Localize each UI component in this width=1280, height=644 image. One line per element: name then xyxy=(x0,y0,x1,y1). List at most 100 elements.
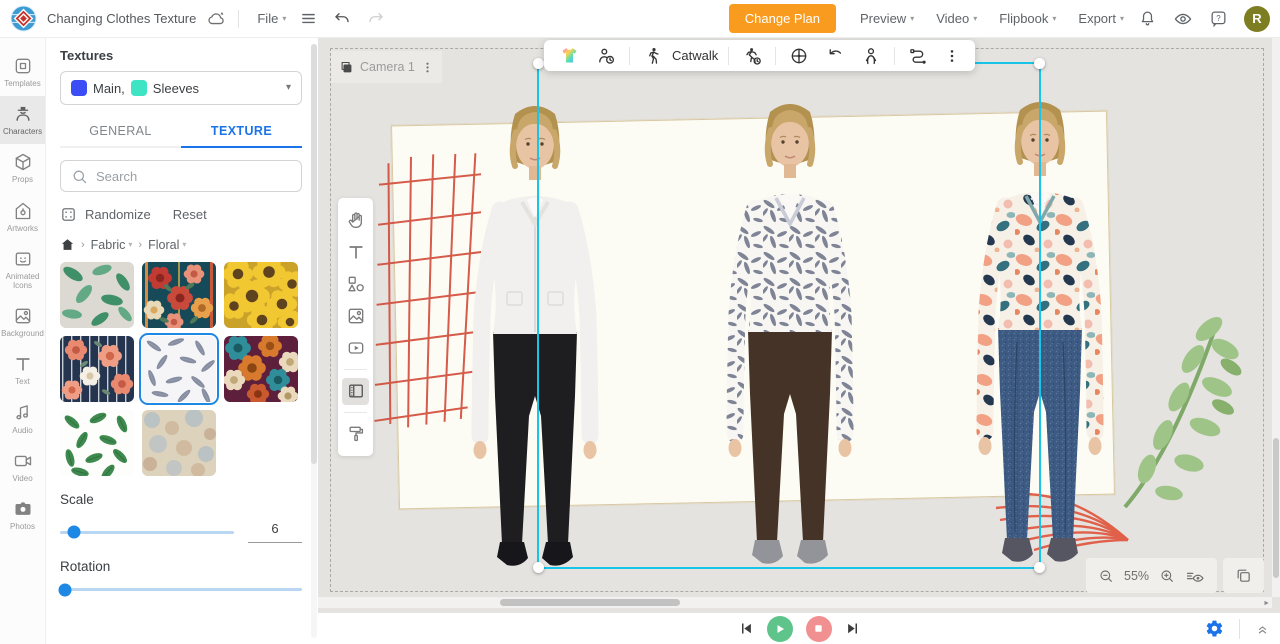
panel-scrollbar[interactable] xyxy=(311,44,317,638)
app-logo[interactable] xyxy=(10,5,37,32)
camera-kebab-icon[interactable] xyxy=(421,61,434,74)
cloud-sync-icon[interactable] xyxy=(206,9,226,29)
search-box xyxy=(60,160,302,192)
settings-gear-icon[interactable] xyxy=(1205,619,1224,638)
search-icon xyxy=(71,168,88,185)
top-bar: Changing Clothes Texture File▾ Change Pl… xyxy=(0,0,1280,38)
camera-chip[interactable]: Camera 1 xyxy=(331,51,442,83)
texture-swatch-retro-floral[interactable] xyxy=(224,336,298,402)
image-tool[interactable] xyxy=(342,303,369,330)
app-window: Changing Clothes Texture File▾ Change Pl… xyxy=(0,0,1280,644)
divider xyxy=(629,47,630,65)
play-button[interactable] xyxy=(767,616,793,642)
zoom-out-icon[interactable] xyxy=(1098,568,1114,584)
preview-menu[interactable]: Preview▾ xyxy=(854,11,920,26)
preview-eye-icon[interactable] xyxy=(1185,567,1205,585)
hamburger-menu-icon[interactable] xyxy=(292,10,325,27)
selection-handle[interactable] xyxy=(1034,58,1045,69)
zoom-level[interactable]: 55% xyxy=(1124,569,1149,583)
duplicate-button[interactable] xyxy=(1223,558,1264,593)
texture-swatch-green-leaves[interactable] xyxy=(60,410,134,476)
sidebar-item-animated-icons[interactable]: Animated Icons xyxy=(0,241,45,298)
sidebar-item-props[interactable]: Props xyxy=(0,144,45,192)
sidebar-item-artworks[interactable]: Artworks xyxy=(0,193,45,241)
sidebar-item-background[interactable]: Background xyxy=(0,298,45,346)
collapse-panel-icon[interactable] xyxy=(1255,621,1270,636)
character-toolbar: Catwalk xyxy=(544,40,975,71)
divider xyxy=(894,47,895,65)
character-multi-floral-outfit[interactable] xyxy=(935,92,1145,574)
animation-name[interactable]: Catwalk xyxy=(672,48,718,63)
change-plan-button[interactable]: Change Plan xyxy=(729,4,836,33)
walk-animation-icon[interactable] xyxy=(636,43,670,69)
texture-swatch-tropical-leaves[interactable] xyxy=(60,262,134,328)
left-rail: TemplatesCharacters Props ArtworksAnimated… xyxy=(0,38,46,644)
text-tool[interactable] xyxy=(342,239,369,266)
undo-icon[interactable] xyxy=(325,10,359,28)
texture-swatch-navy-floral-stripe[interactable] xyxy=(60,336,134,402)
zoom-in-icon[interactable] xyxy=(1159,568,1175,584)
help-icon[interactable]: ? xyxy=(1201,9,1236,28)
sidebar-item-photos[interactable]: Photos xyxy=(0,491,45,539)
rotation-slider-knob[interactable] xyxy=(58,583,71,596)
shapes-tool[interactable] xyxy=(342,271,369,298)
chevron-down-icon: ▾ xyxy=(910,15,914,23)
video-tool[interactable] xyxy=(342,335,369,362)
sidebar-item-characters[interactable]: Characters xyxy=(0,96,45,144)
skip-to-end-button[interactable] xyxy=(845,621,860,636)
skip-to-start-button[interactable] xyxy=(739,621,754,636)
svg-text:?: ? xyxy=(1216,14,1221,23)
scale-slider-knob[interactable] xyxy=(67,526,80,539)
video-menu[interactable]: Video▾ xyxy=(930,11,983,26)
rotate-icon[interactable] xyxy=(818,43,852,69)
visibility-eye-icon[interactable] xyxy=(1165,9,1201,29)
texture-swatch-gray-leaves[interactable] xyxy=(142,336,216,402)
tab-general[interactable]: GENERAL xyxy=(60,115,181,146)
canvas-area[interactable]: Camera 1 Catwalk 55% ► xyxy=(318,38,1280,612)
character-gray-floral-outfit[interactable] xyxy=(685,94,895,576)
run-animation-icon[interactable] xyxy=(735,43,769,69)
tab-texture[interactable]: TEXTURE xyxy=(181,115,302,146)
pose-icon[interactable] xyxy=(854,43,888,69)
character-timing-icon[interactable] xyxy=(589,43,623,69)
panel-tabs: GENERALTEXTURE xyxy=(60,115,302,148)
breadcrumb-fabric[interactable]: Fabric▾ xyxy=(91,238,133,252)
redo-icon[interactable] xyxy=(359,10,393,28)
texture-swatch-rose-stripe[interactable] xyxy=(142,262,216,328)
vertical-scrollbar[interactable] xyxy=(1272,38,1280,597)
horizontal-scrollbar[interactable]: ► xyxy=(318,597,1272,608)
paint-roller-tool[interactable] xyxy=(342,421,369,448)
flipbook-menu[interactable]: Flipbook▾ xyxy=(993,11,1062,26)
scale-slider[interactable] xyxy=(60,531,234,534)
texture-swatch-sunflowers[interactable] xyxy=(224,262,298,328)
scale-value[interactable]: 6 xyxy=(248,521,302,543)
sidebar-item-video[interactable]: Video xyxy=(0,443,45,491)
export-menu[interactable]: Export▾ xyxy=(1072,11,1130,26)
stop-button[interactable] xyxy=(806,616,832,642)
storyboard-tool[interactable] xyxy=(342,378,369,405)
texture-swatch-grid xyxy=(60,262,302,476)
more-options-icon[interactable] xyxy=(937,45,967,67)
breadcrumb-floral[interactable]: Floral▾ xyxy=(148,238,186,252)
clothes-icon[interactable] xyxy=(552,42,587,69)
selection-handle[interactable] xyxy=(533,58,544,69)
motion-path-icon[interactable] xyxy=(901,43,935,69)
texture-swatch-vintage-floral[interactable] xyxy=(142,410,216,476)
texture-target-select[interactable]: Main,Sleeves▾ xyxy=(60,71,302,105)
reset-button[interactable]: Reset xyxy=(173,207,207,222)
search-input[interactable] xyxy=(96,169,291,184)
sidebar-item-audio[interactable]: Audio xyxy=(0,395,45,443)
pan-tool[interactable] xyxy=(342,207,369,234)
sidebar-item-text[interactable]: Text xyxy=(0,346,45,394)
sidebar-item-templates[interactable]: Templates xyxy=(0,48,45,96)
rotation-slider[interactable] xyxy=(60,588,302,591)
rotate-3d-icon[interactable] xyxy=(782,43,816,69)
home-icon[interactable] xyxy=(60,237,75,252)
file-menu[interactable]: File▾ xyxy=(251,11,292,26)
randomize-button[interactable]: Randomize xyxy=(85,207,151,222)
scale-label: Scale xyxy=(60,492,302,507)
character-white-outfit[interactable] xyxy=(430,96,640,578)
notifications-bell-icon[interactable] xyxy=(1130,9,1165,28)
sidebar-item-label: Props xyxy=(12,175,33,184)
user-avatar[interactable]: R xyxy=(1244,6,1270,32)
